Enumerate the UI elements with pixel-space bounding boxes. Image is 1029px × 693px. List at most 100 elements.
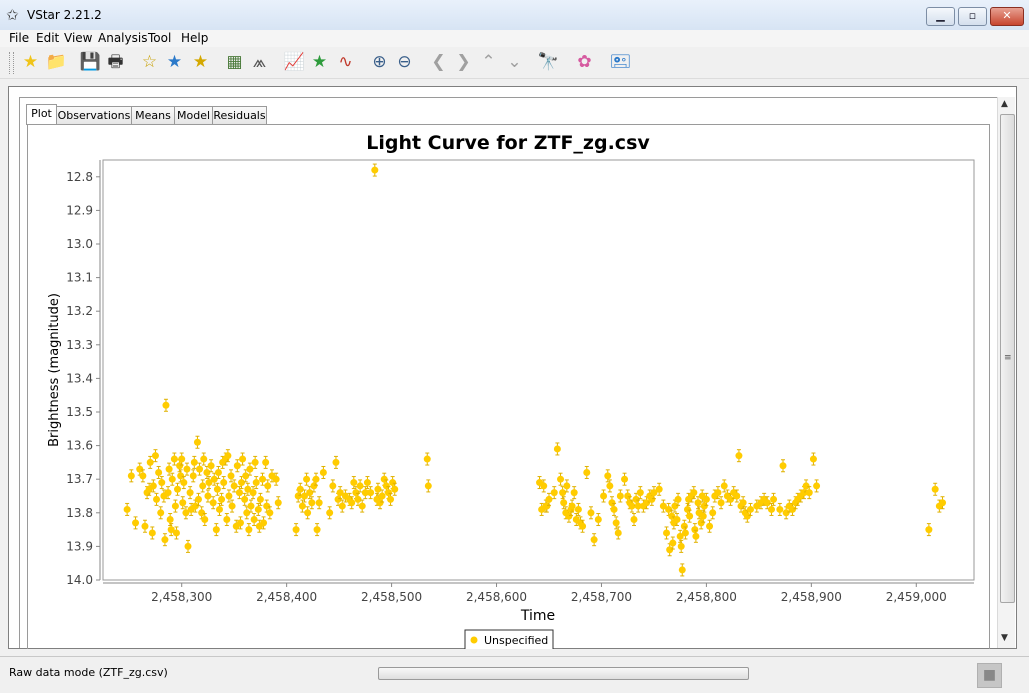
close-button[interactable]: ✕ <box>990 7 1024 26</box>
point-marker <box>600 492 608 500</box>
point-marker <box>298 502 306 510</box>
point-marker <box>691 526 699 534</box>
new-star-icon[interactable]: ★ <box>19 51 42 74</box>
point-marker <box>423 455 431 463</box>
menu-tool[interactable]: Tool <box>148 30 171 46</box>
point-marker <box>190 458 198 466</box>
maximize-button[interactable]: ▫ <box>958 7 987 26</box>
point-marker <box>183 465 191 473</box>
open-folder-icon[interactable]: 📁 <box>45 51 68 74</box>
y-tick-label: 13.8 <box>66 506 93 520</box>
menu-view[interactable]: View <box>64 30 92 46</box>
point-marker <box>292 526 300 534</box>
scroll-down-icon[interactable]: ▼ <box>1001 633 1008 643</box>
point-marker <box>776 505 784 513</box>
pan-right-icon[interactable]: ❯ <box>452 51 475 74</box>
point-marker <box>251 458 259 466</box>
pan-down-icon[interactable]: ⌄ <box>503 51 526 74</box>
point-marker <box>148 529 156 537</box>
y-tick-label: 13.1 <box>66 271 93 285</box>
point-marker <box>247 502 255 510</box>
point-marker <box>243 509 251 517</box>
point-marker <box>146 458 154 466</box>
point-marker <box>358 502 366 510</box>
menu-edit[interactable]: Edit <box>36 30 59 46</box>
point-marker <box>191 502 199 510</box>
tab-plot[interactable]: Plot <box>26 104 57 125</box>
legend-marker <box>470 636 478 644</box>
point-marker <box>313 526 321 534</box>
scroll-up-icon[interactable]: ▲ <box>1001 99 1008 109</box>
x-tick-label: 2,458,600 <box>466 590 527 604</box>
point-marker <box>180 479 188 487</box>
point-marker <box>717 499 725 507</box>
point-marker <box>714 489 722 497</box>
point-marker <box>263 502 271 510</box>
print-icon[interactable]: 🖶 <box>104 51 127 74</box>
point-marker <box>587 509 595 517</box>
stop-button[interactable]: ■ <box>977 663 1002 688</box>
point-marker <box>391 485 399 493</box>
zoom-in-icon[interactable]: ⊕ <box>368 51 391 74</box>
save-icon[interactable]: 💾 <box>79 51 102 74</box>
point-marker <box>329 482 337 490</box>
menu-analysis[interactable]: Analysis <box>98 30 147 46</box>
point-marker <box>702 495 710 503</box>
point-marker <box>326 509 334 517</box>
x-axis: 2,458,300 2,458,400 2,458,500 2,458,600 2,45… <box>103 582 974 604</box>
point-marker <box>363 479 371 487</box>
scrollbar-thumb[interactable]: ≡ <box>1000 114 1015 603</box>
menu-help[interactable]: Help <box>181 30 208 46</box>
star-plot-icon[interactable]: ★ <box>163 51 186 74</box>
y-tick-label: 13.0 <box>66 237 93 251</box>
point-marker <box>184 542 192 550</box>
star-info-icon[interactable]: ☆ <box>138 51 161 74</box>
point-marker <box>203 468 211 476</box>
zoom-out-icon[interactable]: ⊖ <box>393 51 416 74</box>
point-marker <box>227 472 235 480</box>
point-marker <box>238 479 246 487</box>
window-title-bar[interactable]: ✩ VStar 2.21.2 ▁ ▫ ✕ <box>0 0 1029 31</box>
pan-left-icon[interactable]: ❮ <box>427 51 450 74</box>
point-marker <box>743 512 751 520</box>
star-details-icon[interactable]: ★ <box>189 51 212 74</box>
model-star-icon[interactable]: ★ <box>308 51 331 74</box>
point-marker <box>348 499 356 507</box>
point-marker <box>228 502 236 510</box>
info-icon[interactable]: 🖭 <box>609 51 632 74</box>
tab-observations[interactable]: Observations <box>56 106 132 124</box>
point-marker <box>550 489 558 497</box>
tab-model[interactable]: Model <box>174 106 213 124</box>
x-tick-label: 2,458,800 <box>676 590 737 604</box>
plot-container: Plot Observations Means Model Residuals … <box>19 97 997 649</box>
toolbar-grip[interactable] <box>9 52 14 74</box>
point-marker <box>733 492 741 500</box>
tab-residuals[interactable]: Residuals <box>212 106 267 124</box>
point-marker <box>171 502 179 510</box>
phase-plot-icon[interactable]: ⩕ <box>248 51 271 74</box>
minimize-button[interactable]: ▁ <box>926 7 955 26</box>
raw-data-icon[interactable]: ▦ <box>223 51 246 74</box>
menu-file[interactable]: File <box>9 30 29 46</box>
point-marker <box>132 519 140 527</box>
waveform-icon[interactable]: ∿ <box>334 51 357 74</box>
chart-icon[interactable]: 📈 <box>283 51 306 74</box>
point-marker <box>164 489 172 497</box>
point-marker <box>545 495 553 503</box>
point-marker <box>692 532 700 540</box>
x-tick-label: 2,458,500 <box>361 590 422 604</box>
point-marker <box>813 482 821 490</box>
point-marker <box>201 516 209 524</box>
plugin-icon[interactable]: ✿ <box>573 51 596 74</box>
light-curve-chart[interactable]: Light Curve for ZTF_zg.csv 12.812.913.01… <box>28 125 989 649</box>
point-marker <box>809 455 817 463</box>
point-marker <box>367 489 375 497</box>
pan-up-icon[interactable]: ⌃ <box>477 51 500 74</box>
point-marker <box>579 522 587 530</box>
point-marker <box>220 479 228 487</box>
tab-means[interactable]: Means <box>131 106 175 124</box>
vertical-scrollbar[interactable]: ▲ ≡ ▼ <box>997 97 1015 648</box>
point-marker <box>274 499 282 507</box>
point-marker <box>563 482 571 490</box>
telescope-icon[interactable]: 🔭 <box>537 51 560 74</box>
